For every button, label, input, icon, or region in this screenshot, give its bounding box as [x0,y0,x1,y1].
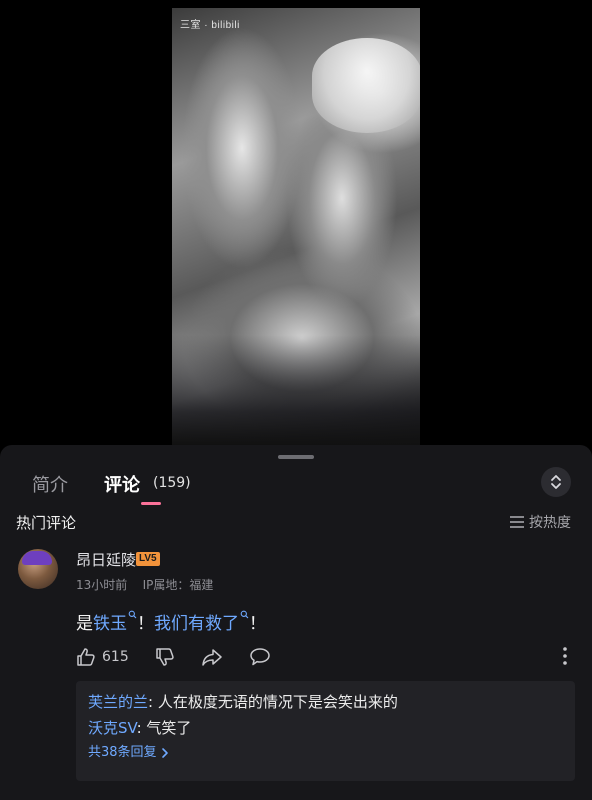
sort-button[interactable]: 按热度 [509,512,571,532]
thumbs-up-icon [77,648,95,666]
reply-count-label: 共38条回复 [88,745,157,760]
reply-text: 气笑了 [146,719,192,737]
comment-meta: 13小时前 IP属地：福建 [76,576,213,593]
comment-text-after: ！ [249,614,266,634]
reply-username[interactable]: 沃克SV [88,719,137,737]
active-tab-indicator [141,502,161,505]
more-vertical-icon [563,647,567,665]
hot-comments-title: 热门评论 [16,514,77,532]
sort-label: 按热度 [529,515,571,531]
tab-intro[interactable]: 简介 [32,471,68,497]
share-button[interactable] [201,647,223,667]
comment-text-mid: ！ [137,614,154,634]
like-button[interactable]: 615 [76,647,129,667]
video-watermark: 三室 · bilibili [180,20,240,31]
like-count: 615 [102,649,129,665]
reply-text: 人在极度无语的情况下是会笑出来的 [157,693,398,711]
chat-bubble-icon [249,648,270,666]
reply-username[interactable]: 芙兰的兰 [88,693,148,711]
comment-link-tieyu[interactable]: 铁玉 [93,609,127,634]
expand-collapse-button[interactable] [541,467,571,497]
thumbs-down-icon [155,648,174,666]
comment-actions: 615 [76,645,271,669]
video-shade [172,335,420,445]
reply-item: 沃克SV: 气笑了 [88,719,192,737]
sort-lines-icon [510,516,524,528]
comment-sheet: 简介 评论 (159) 热门评论 按热度 昂日延陵 LV5 13小时前 IP属地… [0,445,592,800]
video-player[interactable]: 三室 · bilibili [0,0,592,445]
chevron-updown-icon [551,475,561,489]
comment-text-before: 是 [76,614,93,634]
avatar-cap [22,551,52,565]
dislike-button[interactable] [155,647,175,667]
reply-button[interactable] [249,647,271,667]
comment-body: 是 铁玉 ！ 我们有救了 ！ [76,609,266,634]
more-options-button[interactable] [558,645,572,671]
view-all-replies-link[interactable]: 共38条回复 [88,741,563,765]
reply-preview-box[interactable]: 芙兰的兰: 人在极度无语的情况下是会笑出来的 沃克SV: 气笑了 共38条回复 [76,681,575,781]
search-icon[interactable] [240,610,249,619]
search-icon[interactable] [128,610,137,619]
tab-comments[interactable]: 评论 [104,471,140,497]
comment-username[interactable]: 昂日延陵 [76,549,136,570]
video-frame[interactable]: 三室 · bilibili [172,8,420,445]
reply-item: 芙兰的兰: 人在极度无语的情况下是会笑出来的 [88,693,398,711]
comment-location: IP属地：福建 [142,578,214,592]
drag-handle[interactable] [278,455,314,459]
share-arrow-icon [201,649,222,666]
comment-link-saved[interactable]: 我们有救了 [154,609,239,634]
comment-count: (159) [153,475,191,491]
avatar[interactable] [18,549,58,589]
chevron-right-icon [161,748,168,758]
level-badge: LV5 [136,552,160,566]
video-bucket-shape [312,38,420,133]
comment-time: 13小时前 [76,578,128,592]
